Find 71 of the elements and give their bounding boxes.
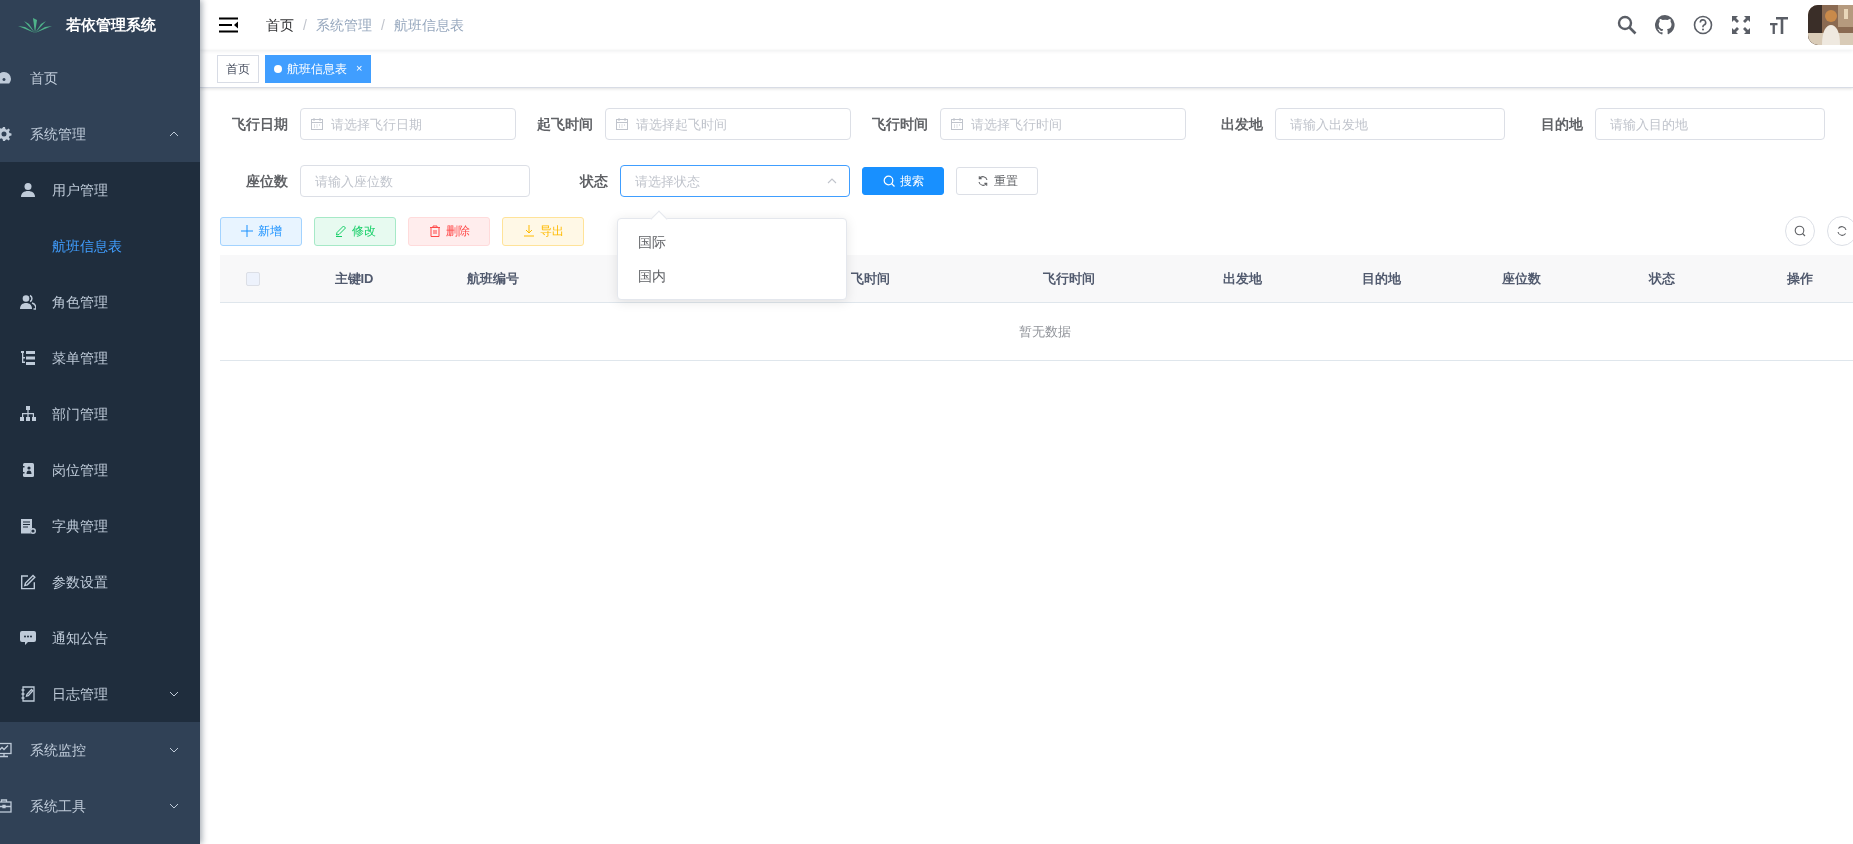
font-size-icon[interactable] (1769, 15, 1789, 35)
search-icon (882, 175, 895, 187)
refresh-icon (1836, 225, 1848, 237)
sidebar-item[interactable]: 首页 (0, 50, 200, 106)
field-label: 出发地 (1220, 114, 1264, 134)
input-field[interactable]: 请输入目的地 (1595, 108, 1825, 140)
edit-icon (20, 574, 36, 590)
calendar-icon (616, 118, 628, 130)
chat-icon (20, 630, 36, 646)
refresh-icon (976, 175, 989, 187)
reset-button[interactable]: 重置 (956, 167, 1038, 195)
checkbox[interactable] (245, 271, 260, 286)
column-header: 飞行时间 (1043, 270, 1095, 286)
input-field[interactable]: 请输入出发地 (1275, 108, 1505, 140)
trash-icon (428, 225, 441, 237)
download-icon (522, 225, 535, 237)
app-title: 若依管理系统 (66, 14, 156, 35)
dropdown-option[interactable]: 国内 (618, 259, 846, 293)
settings-icon (0, 126, 12, 142)
field-label: 起飞时间 (536, 114, 594, 134)
breadcrumb-separator: / (303, 15, 307, 35)
date-field[interactable]: 请选择飞行时间 (940, 108, 1186, 140)
column-header: 操作 (1787, 270, 1813, 286)
sidebar-item[interactable]: 系统工具 (0, 778, 200, 834)
empty-message: 暂无数据 (1019, 322, 1071, 341)
field-label: 状态 (578, 171, 609, 191)
log-icon (20, 686, 36, 702)
date-field[interactable]: 请选择飞行日期 (300, 108, 516, 140)
column-header: 状态 (1648, 270, 1675, 286)
tab[interactable]: 首页 (217, 54, 259, 83)
fullscreen-icon[interactable] (1731, 15, 1751, 35)
monitor-icon (0, 742, 12, 758)
list-tree-icon (20, 350, 36, 366)
sidebar-item[interactable]: 系统管理 (0, 106, 200, 162)
dashboard-icon (0, 70, 12, 86)
input-field[interactable]: 请输入座位数 (300, 165, 530, 197)
breadcrumb-item: 航班信息表 (393, 15, 464, 35)
sidebar-item[interactable]: 系统监控 (0, 722, 200, 778)
document-icon (20, 518, 36, 534)
dot-icon (274, 64, 282, 73)
notebook-icon (20, 462, 36, 478)
field-label: 目的地 (1540, 114, 1584, 134)
help-icon[interactable] (1693, 15, 1713, 35)
search-icon (1794, 225, 1806, 237)
breadcrumb-item[interactable]: 首页 (266, 14, 294, 36)
column-header: 航班编号 (467, 270, 519, 286)
field-label: 飞行时间 (871, 114, 929, 134)
field-label: 飞行日期 (231, 114, 289, 134)
breadcrumb-separator: / (380, 15, 385, 35)
select-field[interactable]: 请选择状态 (620, 165, 850, 197)
github-icon[interactable] (1655, 15, 1675, 35)
logo-icon (18, 16, 52, 34)
column-header: 飞时间 (851, 270, 890, 286)
toolbox-icon (0, 798, 12, 814)
date-field[interactable]: 请选择起飞时间 (605, 108, 851, 140)
menu-icon[interactable] (219, 17, 238, 33)
user-icon (20, 182, 36, 198)
users-icon (20, 294, 36, 310)
plus-icon (240, 225, 253, 237)
column-header: 目的地 (1361, 270, 1401, 286)
calendar-icon (311, 118, 323, 130)
dropdown-option[interactable]: 国际 (618, 225, 846, 259)
column-header: 座位数 (1502, 270, 1541, 286)
field-label: 座位数 (245, 171, 289, 191)
search-toggle-button[interactable] (1785, 216, 1815, 246)
pencil-icon (334, 225, 347, 237)
calendar-icon (951, 118, 963, 130)
column-header: 主键ID (334, 270, 374, 286)
column-header: 出发地 (1223, 270, 1262, 286)
search-icon[interactable] (1617, 15, 1637, 35)
org-chart-icon (20, 406, 36, 422)
